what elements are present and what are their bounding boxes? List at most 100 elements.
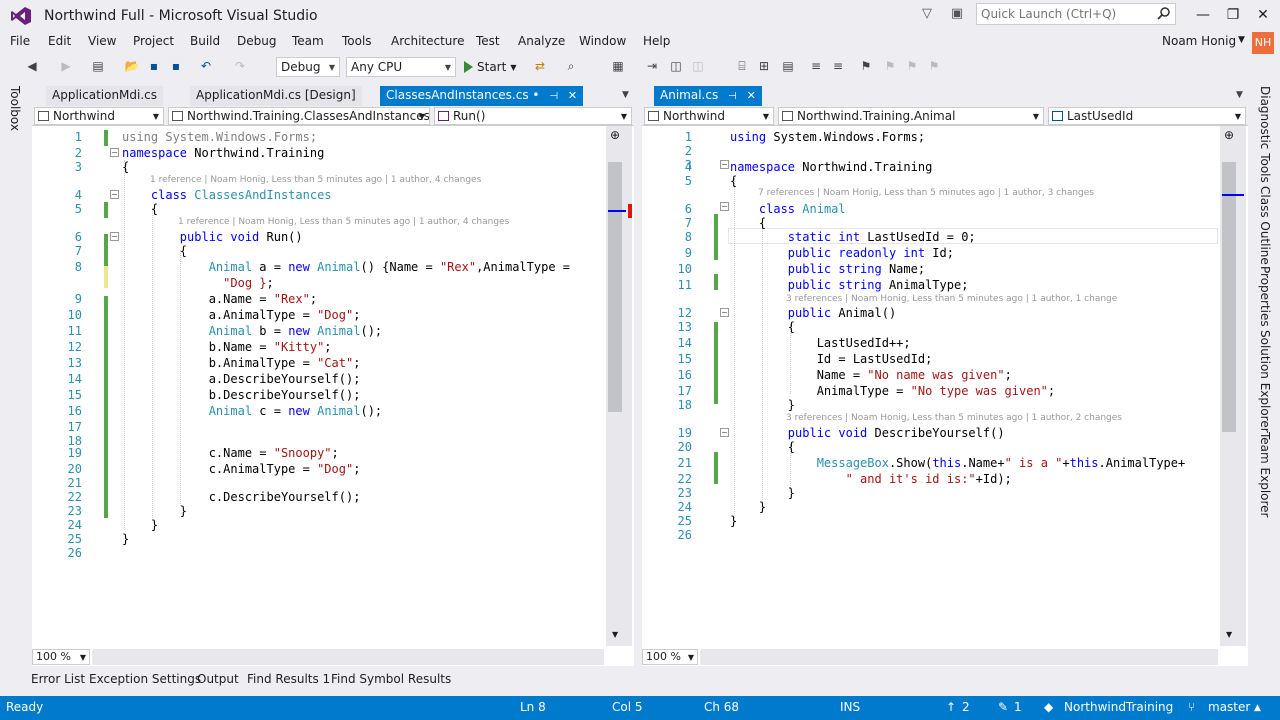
member-select[interactable]: LastUsedId ▼ <box>1048 107 1246 125</box>
collapse-toggle[interactable]: − <box>720 160 729 169</box>
codelens-describe[interactable]: 3 references | Noam Honig, Less than 5 m… <box>786 413 1122 423</box>
toolbox-tab[interactable]: Toolbox <box>8 86 22 131</box>
minimize-button[interactable]: — <box>1188 4 1218 26</box>
chevron-down-icon[interactable]: ▼ <box>1238 35 1245 45</box>
tab-list-dropdown-icon[interactable]: ▼ <box>1236 90 1243 100</box>
right-horizontal-scrollbar[interactable] <box>700 649 1218 665</box>
team-explorer-tab[interactable]: Team Explorer <box>1258 432 1272 518</box>
collapse-toggle[interactable]: − <box>110 190 119 199</box>
scrollbar-thumb[interactable] <box>1222 162 1236 432</box>
tab-list-dropdown-icon[interactable]: ▼ <box>622 90 629 100</box>
properties-tab[interactable]: Properties <box>1258 266 1272 327</box>
left-vertical-scrollbar[interactable]: ⊕ ▼ <box>606 126 632 646</box>
start-button[interactable]: Start ▼ <box>464 58 516 76</box>
menu-test[interactable]: Test <box>476 34 500 48</box>
type-select[interactable]: Northwind.Training.Animal ▼ <box>778 107 1044 125</box>
chevron-up-icon[interactable]: ▲ <box>1254 703 1261 713</box>
feedback-icon[interactable]: ▣ <box>948 5 966 23</box>
comment-icon[interactable]: ▤ <box>780 58 796 74</box>
collapse-toggle[interactable]: − <box>720 308 729 317</box>
split-icon[interactable]: ⊕ <box>610 128 620 142</box>
scrollbar-thumb[interactable] <box>608 162 622 412</box>
right-code-editor[interactable]: − − − − 1 using System.Windows.Forms; 2 … <box>642 126 1218 640</box>
tab-applicationmdi[interactable]: ApplicationMdi.cs <box>46 86 164 106</box>
search-icon[interactable] <box>1157 6 1171 20</box>
codelens-class[interactable]: 1 reference | Noam Honig, Less than 5 mi… <box>150 175 481 185</box>
close-icon[interactable]: ✕ <box>568 89 577 102</box>
prev-bookmark-icon[interactable]: ⚑ <box>882 58 898 74</box>
undo-icon[interactable]: ↶ <box>198 58 214 74</box>
left-zoom-select[interactable]: 100 % ▼ <box>32 649 90 665</box>
codelens-ctor[interactable]: 3 references | Noam Honig, Less than 5 m… <box>786 294 1117 304</box>
attach-icon[interactable]: ⇄ <box>532 58 548 74</box>
configuration-select[interactable]: Debug ▼ <box>276 57 340 77</box>
new-project-icon[interactable]: ▤ <box>90 58 106 74</box>
pin-icon[interactable]: ⊣ <box>728 91 737 102</box>
tab-error-list[interactable]: Error List <box>31 672 85 686</box>
menu-file[interactable]: File <box>10 34 30 48</box>
left-horizontal-scrollbar[interactable] <box>92 649 604 665</box>
menu-analyze[interactable]: Analyze <box>518 34 565 48</box>
outdent-icon[interactable]: ≡ <box>830 58 846 74</box>
split-icon[interactable]: ⊕ <box>1224 128 1234 142</box>
collapse-toggle[interactable]: − <box>110 148 119 157</box>
clear-bookmarks-icon[interactable]: ⚑ <box>926 58 942 74</box>
menu-tools[interactable]: Tools <box>342 34 372 48</box>
navigate-back-icon[interactable]: ◀ <box>24 58 40 74</box>
user-name[interactable]: Noam Honig <box>1162 34 1236 48</box>
scroll-down-icon[interactable]: ▼ <box>1226 630 1232 639</box>
menu-debug[interactable]: Debug <box>237 34 276 48</box>
branch-icon[interactable]: ⑂ <box>1188 700 1195 714</box>
close-icon[interactable]: ✕ <box>747 89 756 102</box>
save-all-icon[interactable]: ▪ <box>168 58 184 74</box>
breakpoint-icon[interactable]: ◫ <box>668 58 684 74</box>
diagnostic-tools-tab[interactable]: Diagnostic Tools <box>1258 86 1272 183</box>
find-icon[interactable]: ⌕ <box>563 58 579 74</box>
step-icon[interactable]: ⇥ <box>644 58 660 74</box>
next-bookmark-icon[interactable]: ⚑ <box>904 58 920 74</box>
right-zoom-select[interactable]: 100 % ▼ <box>642 649 698 665</box>
platform-select[interactable]: Any CPU ▼ <box>346 57 456 77</box>
push-icon[interactable]: ↑ <box>946 700 956 714</box>
menu-window[interactable]: Window <box>579 34 626 48</box>
menu-architecture[interactable]: Architecture <box>391 34 464 48</box>
tab-exception-settings[interactable]: Exception Settings <box>89 672 201 686</box>
class-outline-tab[interactable]: Class Outline <box>1258 186 1272 265</box>
pencil-icon[interactable]: ✎ <box>998 700 1008 714</box>
menu-help[interactable]: Help <box>643 34 670 48</box>
project-select[interactable]: Northwind ▼ <box>34 107 164 125</box>
status-pushes[interactable]: 2 <box>962 700 970 714</box>
quick-launch-box[interactable] <box>976 3 1176 25</box>
collapse-toggle[interactable]: − <box>720 202 729 211</box>
menu-view[interactable]: View <box>88 34 116 48</box>
indent-icon[interactable]: ≡ <box>808 58 824 74</box>
pin-icon[interactable]: ⊣ <box>549 91 558 102</box>
menu-project[interactable]: Project <box>133 34 174 48</box>
tab-find-results-1[interactable]: Find Results 1 <box>247 672 330 686</box>
status-changes[interactable]: 1 <box>1014 700 1022 714</box>
bookmark-list-icon[interactable]: ▦ <box>610 58 626 74</box>
avatar[interactable]: NH <box>1252 32 1274 54</box>
status-branch[interactable]: master <box>1208 700 1250 714</box>
right-vertical-scrollbar[interactable]: ⊕ ▼ <box>1220 126 1246 646</box>
disabled-icon[interactable]: ◫ <box>690 58 706 74</box>
left-code-editor[interactable]: − − − 1 using System.Windows.Forms; 2 na… <box>32 126 604 640</box>
tab-applicationmdi-design[interactable]: ApplicationMdi.cs [Design] <box>190 86 362 106</box>
format-icon[interactable]: ⊞ <box>756 58 772 74</box>
collapse-toggle[interactable]: − <box>110 232 119 241</box>
close-window-button[interactable]: ✕ <box>1248 4 1278 26</box>
tab-animal[interactable]: Animal.cs ⊣ ✕ <box>654 86 762 106</box>
status-repository[interactable]: NorthwindTraining <box>1064 700 1173 714</box>
member-select[interactable]: Run() ▼ <box>434 107 632 125</box>
repository-icon[interactable]: ◆ <box>1044 700 1053 714</box>
restore-button[interactable]: ❐ <box>1218 4 1248 26</box>
filter-icon[interactable]: ▽ <box>918 5 936 23</box>
snippet-icon[interactable]: ⌸ <box>734 58 750 74</box>
tab-output[interactable]: Output <box>197 672 239 686</box>
menu-team[interactable]: Team <box>292 34 324 48</box>
redo-icon[interactable]: ↷ <box>232 58 248 74</box>
collapse-toggle[interactable]: − <box>720 428 729 437</box>
menu-build[interactable]: Build <box>190 34 220 48</box>
codelens-run[interactable]: 1 reference | Noam Honig, Less than 5 mi… <box>178 217 509 227</box>
type-select[interactable]: Northwind.Training.ClassesAndInstances ▼ <box>168 107 430 125</box>
